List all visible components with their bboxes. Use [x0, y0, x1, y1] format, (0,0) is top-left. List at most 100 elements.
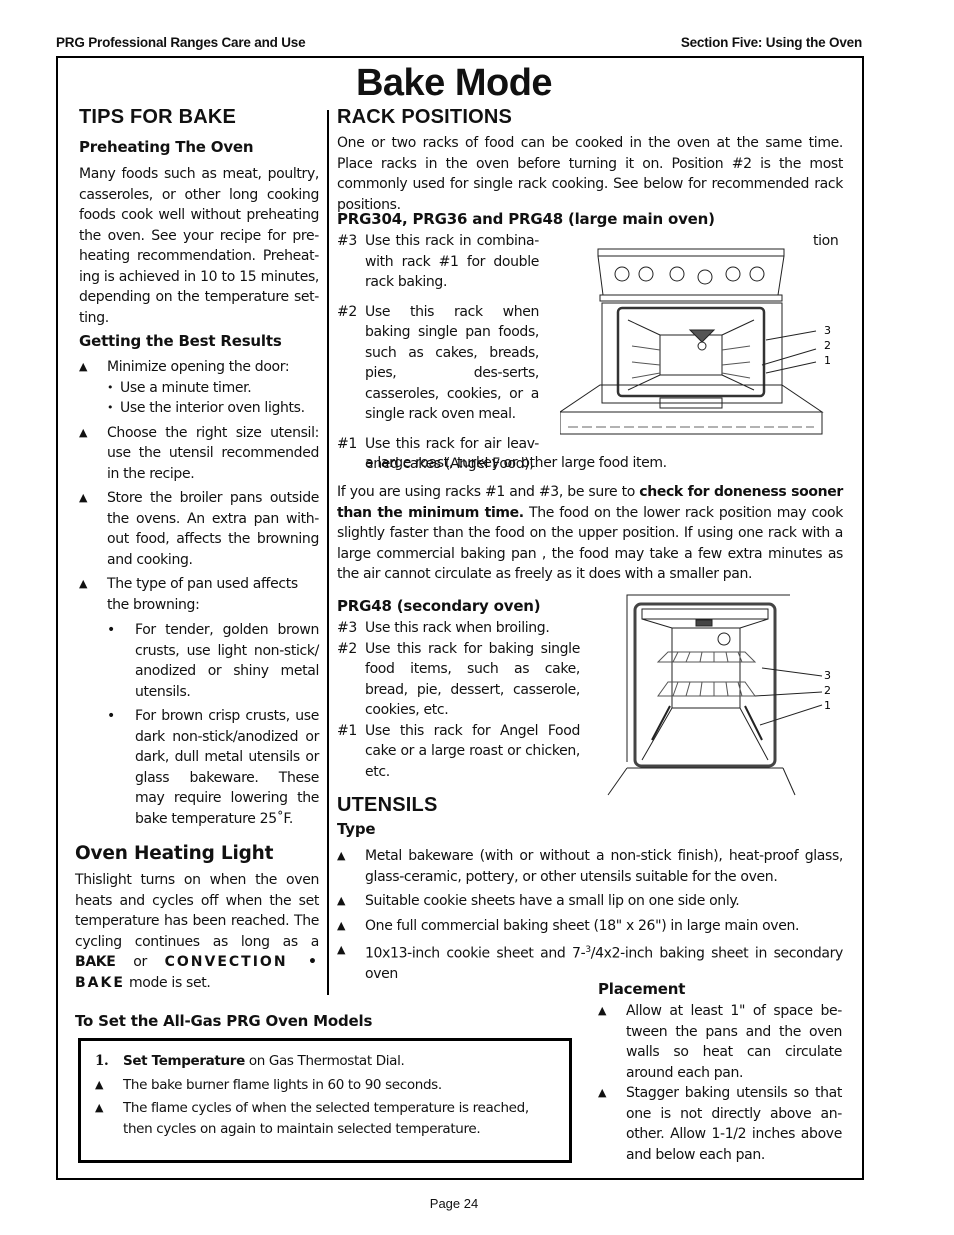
list-item-text: One full commercial baking sheet (18" x … [365, 917, 800, 934]
rack-item: #3 Use this rack when broiling. [337, 618, 580, 639]
list-item-text: 10x13-inch cookie sheet and 7- [365, 945, 586, 962]
list-item: • For brown crisp crusts, use dark non-s… [107, 706, 319, 829]
triangle-bullet-icon: ▲ [337, 849, 346, 862]
door-edge-right [782, 767, 796, 796]
placement-heading: Placement [598, 980, 686, 998]
tips-for-bake-heading: TIPS FOR BAKE [79, 106, 237, 128]
list-item: ▲ One full commercial baking sheet (18" … [337, 916, 843, 937]
rack-number: #3 [337, 620, 357, 636]
gas-models-instructions-box: 1. Set Temperature on Gas Thermostat Dia… [78, 1038, 572, 1163]
rack-item: #2 Use this rack when baking single pan … [337, 302, 539, 425]
triangle-bullet-icon: ▲ [95, 1077, 104, 1091]
list-item: ▲ Suitable cookie sheets have a small li… [337, 891, 843, 912]
oven-lamp [697, 341, 707, 351]
oven-top-trim [597, 248, 785, 257]
triangle-bullet-icon: ▲ [79, 577, 88, 590]
utensils-type-heading: Type [337, 820, 376, 838]
rack-item: #3 Use this rack in combina- with rack #… [337, 231, 539, 293]
text: Thislight turns on when the oven heats a… [75, 872, 319, 950]
oven-light [688, 329, 716, 343]
list-item: ▲ Stagger baking utensils so that one is… [598, 1083, 842, 1165]
list-item: ▲ 10x13-inch cookie sheet and 7-3/4x2-in… [337, 940, 843, 985]
leader-line-2 [754, 691, 823, 697]
bullet-icon: • [107, 380, 114, 394]
list-item-text: Minimize opening the door: [107, 359, 290, 375]
rack-label-2: 2 [824, 339, 831, 352]
text: or [115, 954, 165, 970]
gas-models-steps: 1. Set Temperature on Gas Thermostat Dia… [95, 1051, 555, 1139]
rack-item-text: Use this rack when baking single pan foo… [365, 303, 539, 423]
list-item-text: Store the broiler pans outside the ovens… [107, 490, 319, 568]
panel-trim [599, 294, 783, 302]
page-number: Page 24 [429, 1196, 479, 1211]
leader-line-1 [759, 704, 823, 726]
rack-number: #3 [337, 233, 357, 249]
door-gasket [616, 306, 766, 398]
list-item: ▲ The flame cycles of when the selected … [95, 1098, 555, 1139]
rack-label-2: 2 [824, 684, 831, 697]
text: If you are using racks #1 and #3, be sur… [337, 484, 640, 500]
secondary-oven-diagram: 3 2 1 [607, 594, 831, 796]
rack-number: #2 [337, 640, 357, 657]
cavity-perspective [641, 618, 769, 761]
main-oven-heading: PRG304, PRG36 and PRG48 (large main oven… [337, 210, 715, 228]
list-item: • For tender, golden brown crusts, use l… [107, 620, 319, 702]
sub-list-item: • Use the interior oven lights. [107, 398, 319, 419]
bullet-icon: • [107, 401, 114, 414]
triangle-bullet-icon: ▲ [95, 1101, 104, 1114]
triangle-bullet-icon: ▲ [337, 894, 346, 907]
sub-bullet-list: • Use a minute timer. • Use the interior o… [107, 378, 319, 419]
cavity-back-wall [659, 334, 723, 376]
utensils-type-list: ▲ Metal bakeware (with or without a non-… [337, 846, 843, 985]
step-text: on Gas Thermostat Dial. [244, 1053, 405, 1069]
bullet-icon: • [107, 622, 115, 638]
rack-label-3: 3 [824, 669, 831, 682]
leader-line-2 [761, 348, 817, 366]
rack-item: #1 Use this rack for Angel Food cake or … [337, 721, 580, 783]
rack-label-3: 3 [824, 324, 831, 337]
oven-heating-light-heading: Oven Heating Light [75, 843, 274, 864]
secondary-oven-heading: PRG48 (secondary oven) [337, 597, 541, 615]
side-supports [651, 705, 763, 741]
rack-label-1: 1 [824, 354, 831, 367]
rack-rails [631, 345, 751, 379]
rack-positions-intro: One or two racks of food can be cooked i… [337, 135, 843, 213]
list-item: ▲ Choose the right size utensil: use the… [79, 423, 319, 485]
rack-item: #2 Use this rack for baking single food … [337, 639, 580, 721]
best-results-list: ▲ Minimize opening the door: • Use a minu… [79, 357, 319, 615]
leader-line-3 [761, 667, 823, 677]
step-number: 1. [95, 1053, 109, 1069]
column-divider [327, 110, 329, 995]
pan-type-list: • For tender, golden brown crusts, use l… [107, 620, 319, 829]
secondary-oven-rack-list: #3 Use this rack when broiling. #2 Use t… [337, 618, 580, 782]
rack-doneness-note: If you are using racks #1 and #3, be sur… [337, 482, 843, 585]
gas-models-heading: To Set the All-Gas PRG Oven Models [75, 1012, 373, 1030]
triangle-bullet-icon: ▲ [337, 943, 346, 956]
placement-list: ▲ Allow at least 1" of space be-tween th… [598, 1001, 842, 1165]
page-title: Bake Mode [355, 62, 553, 104]
text: mode is set. [124, 974, 211, 991]
leader-line-3 [765, 330, 817, 341]
list-item: ▲ Minimize opening the door: • Use a minu… [79, 357, 319, 419]
list-item: ▲ The type of pan used affects the brown… [79, 574, 319, 615]
bullet-icon: • [107, 708, 115, 724]
rack-item-continuation: a large roast, turkey or other large foo… [365, 455, 667, 471]
sub-list-item: • Use a minute timer. [107, 378, 319, 399]
sub-list-item-text: Use the interior oven lights. [120, 400, 305, 416]
bake-mode-label: BAKE [75, 954, 116, 970]
list-item-text: For tender, golden brown crusts, use lig… [135, 622, 319, 700]
list-item: ▲ Metal bakeware (with or without a non-… [337, 846, 843, 887]
utensils-heading: UTENSILS [337, 794, 438, 816]
rack-number: #1 [337, 435, 357, 452]
triangle-bullet-icon: ▲ [598, 1004, 607, 1017]
list-item-text: The type of pan used affects the brownin… [107, 576, 298, 613]
list-item-text: Metal bakeware (with or without a non-st… [365, 848, 843, 885]
preheating-text: Many foods such as meat, poultry, casser… [79, 166, 319, 326]
running-header-right: Section Five: Using the Oven [680, 35, 862, 50]
triangle-bullet-icon: ▲ [79, 425, 88, 439]
list-item-text: Choose the right size utensil: use the u… [107, 424, 319, 482]
triangle-bullet-icon: ▲ [79, 491, 88, 504]
rack-label-1: 1 [824, 699, 831, 712]
main-oven-diagram: 3 2 1 [560, 248, 831, 435]
list-item: ▲ Allow at least 1" of space be-tween th… [598, 1001, 842, 1083]
